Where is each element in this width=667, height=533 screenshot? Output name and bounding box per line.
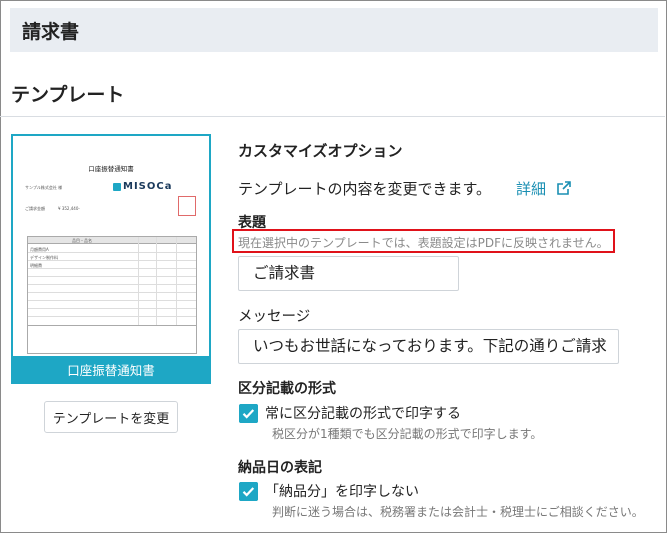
- customize-options-title: カスタマイズオプション: [238, 142, 403, 160]
- tax-format-label: 区分記載の形式: [238, 381, 336, 397]
- preview-customer: サンプル株式会社 様: [25, 185, 63, 190]
- misoca-logo-icon: [113, 183, 121, 191]
- detail-link[interactable]: 詳細: [516, 178, 546, 199]
- divider: [0, 116, 665, 117]
- tax-format-checkbox-label[interactable]: 常に区分記載の形式で印字する: [265, 403, 461, 423]
- preview-table: 品目・品名 月額費用A デザイン制作料 明細費: [27, 236, 197, 354]
- template-name-label: 口座振替通知書: [13, 356, 209, 382]
- tax-format-note: 税区分が1種類でも区分記載の形式で印字します。: [272, 427, 543, 441]
- preview-logo: MISOCa: [123, 181, 173, 192]
- change-template-button[interactable]: テンプレートを変更: [44, 401, 178, 433]
- tax-format-checkbox[interactable]: [239, 404, 258, 423]
- header-bar: 請求書: [10, 8, 658, 52]
- delivery-date-checkbox-label[interactable]: 「納品分」を印字しない: [265, 481, 419, 501]
- subject-input[interactable]: ご請求書: [238, 256, 459, 291]
- template-preview-document: 口座振替通知書 サンプル株式会社 様 ご請求金額 ¥ 352,440- MISO…: [13, 136, 209, 356]
- seal-stamp-icon: [178, 196, 196, 216]
- message-input[interactable]: いつもお世話になっております。下記の通りご請求: [238, 329, 619, 364]
- preview-table-header: 品目・品名: [72, 238, 92, 243]
- template-preview[interactable]: 口座振替通知書 サンプル株式会社 様 ご請求金額 ¥ 352,440- MISO…: [11, 134, 211, 384]
- preview-doc-title: 口座振替通知書: [88, 165, 134, 173]
- preview-amount-label: ご請求金額: [25, 206, 45, 211]
- external-link-icon[interactable]: [556, 180, 572, 196]
- page-title: 請求書: [22, 21, 80, 43]
- subject-warning-text: 現在選択中のテンプレートでは、表題設定はPDFに反映されません。: [238, 236, 609, 250]
- preview-amount-value: ¥ 352,440-: [58, 206, 80, 211]
- customize-options-description: テンプレートの内容を変更できます。: [238, 180, 492, 198]
- message-label: メッセージ: [238, 309, 311, 325]
- subject-warning-box: 現在選択中のテンプレートでは、表題設定はPDFに反映されません。: [232, 229, 615, 253]
- delivery-date-label: 納品日の表記: [238, 460, 322, 476]
- preview-table-head: 品目・品名: [28, 237, 196, 244]
- delivery-date-note: 判断に迷う場合は、税務署または会計士・税理士にご相談ください。: [272, 505, 644, 519]
- delivery-date-checkbox[interactable]: [239, 482, 258, 501]
- section-title: テンプレート: [11, 84, 125, 106]
